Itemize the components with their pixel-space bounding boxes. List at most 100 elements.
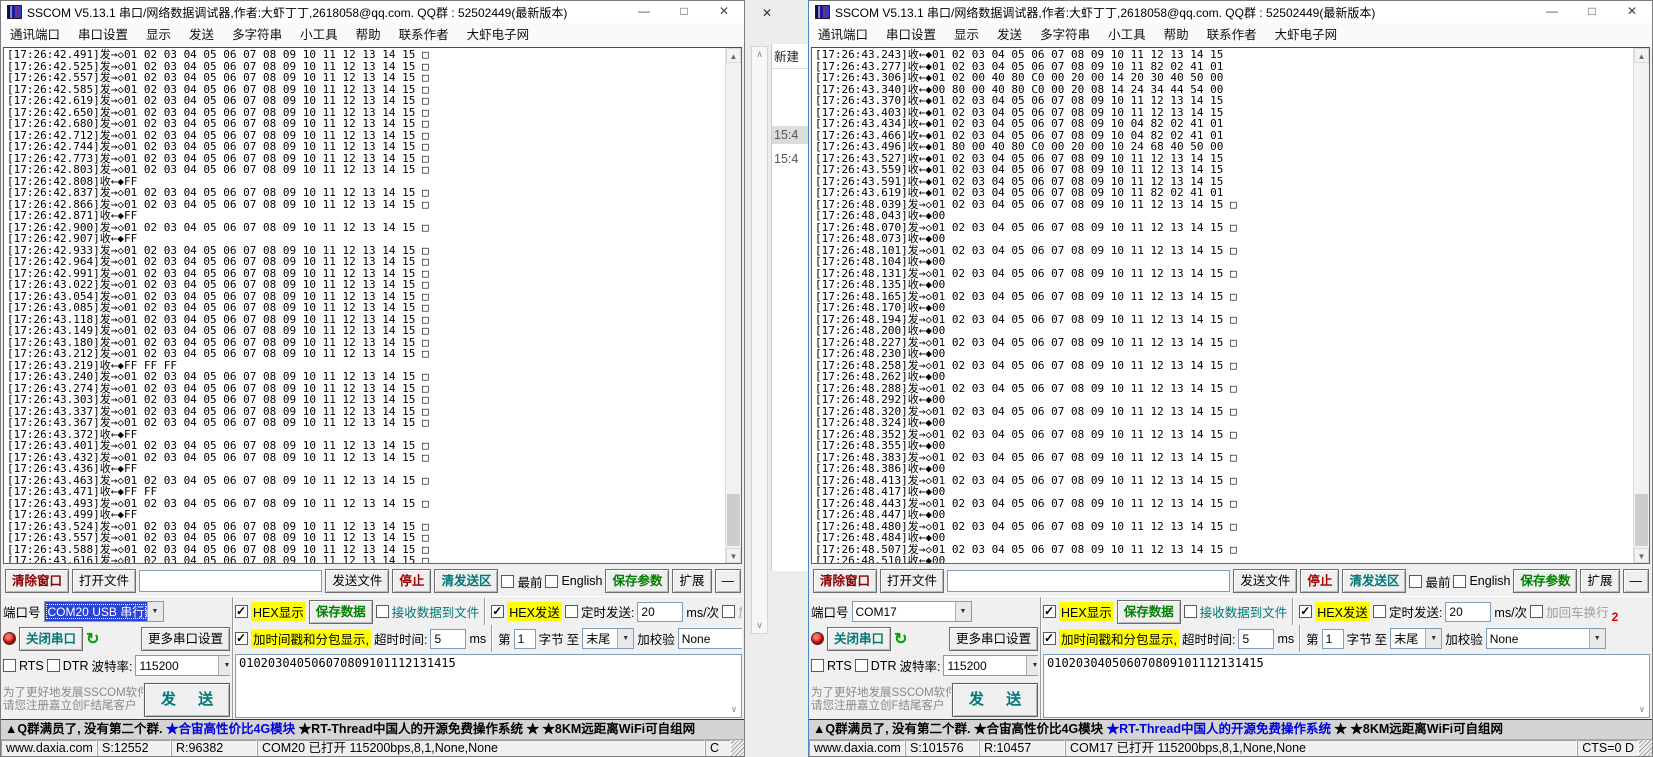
stop-button[interactable]: 停止: [392, 569, 431, 593]
list-item[interactable]: 15:4: [772, 126, 808, 144]
menu-item[interactable]: 显示: [137, 24, 180, 46]
log-area[interactable]: [17:26:43.243]收←◆01 02 03 04 05 06 07 08…: [811, 47, 1650, 564]
rts-checkbox[interactable]: [3, 659, 16, 672]
send-scroll-down-icon[interactable]: ∨: [1635, 705, 1649, 717]
save-params-button[interactable]: 保存参数: [605, 569, 669, 593]
refresh-ports-icon[interactable]: ↻: [894, 629, 907, 649]
extend-button[interactable]: 扩展: [1580, 569, 1619, 593]
baud-select[interactable]: 115200 ▼: [135, 655, 230, 676]
menu-item[interactable]: 显示: [945, 24, 988, 46]
ad-marquee[interactable]: ▲Q群满员了, 没有第二个群. ★合宙高性价比4G模块 ★RT-Thread中国…: [1, 719, 744, 740]
dropdown-arrow-icon[interactable]: ▼: [1026, 656, 1038, 675]
background-scrollbar[interactable]: ∧ ∨: [751, 46, 768, 634]
timeout-input[interactable]: [1238, 629, 1274, 649]
menu-item[interactable]: 发送: [180, 24, 223, 46]
timeout-input[interactable]: [430, 629, 466, 649]
dtr-checkbox[interactable]: [47, 659, 60, 672]
clear-send-area-button[interactable]: 清发送区: [434, 569, 498, 593]
scroll-down-icon[interactable]: ∨: [752, 620, 767, 631]
new-tab-label[interactable]: 新建: [772, 44, 808, 69]
open-file-button[interactable]: 打开文件: [880, 569, 944, 593]
log-scrollbar[interactable]: ▲ ▼: [725, 48, 741, 563]
clear-window-button[interactable]: 清除窗口: [5, 569, 69, 593]
to-select[interactable]: 末尾 ▼: [582, 628, 634, 649]
ad-link[interactable]: ★合宙高性价比4G模块: [166, 722, 295, 736]
titlebar[interactable]: SSCOM V5.13.1 串口/网络数据调试器,作者:大虾丁丁,2618058…: [1, 1, 744, 23]
stop-button[interactable]: 停止: [1300, 569, 1339, 593]
menu-item[interactable]: 通讯端口: [809, 24, 877, 46]
send-file-button[interactable]: 发送文件: [325, 569, 389, 593]
menu-item[interactable]: 大虾电子网: [1266, 24, 1347, 46]
timed-send-interval-input[interactable]: [1445, 602, 1491, 622]
close-port-button[interactable]: 关闭串口: [827, 627, 891, 651]
titlebar[interactable]: SSCOM V5.13.1 串口/网络数据调试器,作者:大虾丁丁,2618058…: [809, 1, 1652, 23]
topmost-checkbox[interactable]: [1409, 575, 1422, 588]
maximize-icon[interactable]: □: [664, 1, 704, 23]
checksum-select[interactable]: None ▼: [1486, 628, 1606, 649]
send-button[interactable]: 发 送: [144, 683, 230, 717]
close-icon[interactable]: ✕: [704, 1, 744, 23]
resize-grip[interactable]: [1639, 740, 1652, 757]
send-button[interactable]: 发 送: [952, 683, 1038, 717]
ad-link[interactable]: ★RT-Thread中国人的开源免费操作系统: [1107, 722, 1331, 736]
dropdown-arrow-icon[interactable]: ▼: [218, 656, 230, 675]
ad-text[interactable]: ★ ★8KM远距离WiFi可自组网: [1331, 722, 1503, 736]
english-checkbox[interactable]: [1453, 575, 1466, 588]
open-file-button[interactable]: 打开文件: [72, 569, 136, 593]
nth-byte-input[interactable]: [514, 629, 536, 649]
close-port-button[interactable]: 关闭串口: [19, 627, 83, 651]
ad-marquee[interactable]: ▲Q群满员了, 没有第二个群. ★合宙高性价比4G模块 ★RT-Thread中国…: [809, 719, 1652, 740]
minimize-icon[interactable]: —: [624, 1, 664, 23]
scroll-thumb[interactable]: [727, 494, 740, 546]
english-checkbox[interactable]: [545, 575, 558, 588]
menu-item[interactable]: 串口设置: [877, 24, 945, 46]
add-crlf-checkbox[interactable]: [722, 605, 735, 618]
scroll-up-icon[interactable]: ▲: [726, 48, 741, 63]
file-path-input[interactable]: [947, 570, 1230, 592]
port-select[interactable]: COM17 ▼: [852, 601, 972, 622]
menu-item[interactable]: 串口设置: [69, 24, 137, 46]
refresh-ports-icon[interactable]: ↻: [86, 629, 99, 649]
menu-item[interactable]: 小工具: [291, 24, 347, 46]
menu-item[interactable]: 小工具: [1099, 24, 1155, 46]
checksum-select[interactable]: None ▼: [678, 628, 742, 649]
menu-item[interactable]: 多字符串: [223, 24, 291, 46]
log-scrollbar[interactable]: ▲ ▼: [1633, 48, 1649, 563]
dtr-checkbox[interactable]: [855, 659, 868, 672]
ad-text[interactable]: ★RT-Thread中国人的开源免费操作系统 ★ ★8KM远距离WiFi可自组网: [295, 722, 695, 736]
collapse-button[interactable]: —: [715, 569, 742, 593]
save-data-button[interactable]: 保存数据: [1117, 600, 1181, 624]
timestamp-split-checkbox[interactable]: [1043, 632, 1056, 645]
dropdown-arrow-icon[interactable]: ▼: [1425, 629, 1441, 648]
more-port-settings-button[interactable]: 更多串口设置: [949, 627, 1038, 651]
hex-send-checkbox[interactable]: [491, 605, 504, 618]
hex-display-checkbox[interactable]: [1043, 605, 1056, 618]
menu-item[interactable]: 发送: [988, 24, 1031, 46]
send-scroll-down-icon[interactable]: ∨: [727, 705, 741, 717]
background-close-icon[interactable]: ✕: [755, 4, 779, 22]
ad-text[interactable]: ▲Q群满员了, 没有第二个群.: [5, 722, 166, 736]
topmost-checkbox[interactable]: [501, 575, 514, 588]
timed-send-checkbox[interactable]: [1373, 605, 1386, 618]
menu-item[interactable]: 帮助: [1155, 24, 1198, 46]
more-port-settings-button[interactable]: 更多串口设置: [141, 627, 230, 651]
timed-send-checkbox[interactable]: [565, 605, 578, 618]
rts-checkbox[interactable]: [811, 659, 824, 672]
to-select[interactable]: 末尾 ▼: [1390, 628, 1442, 649]
nth-byte-input[interactable]: [1322, 629, 1344, 649]
dropdown-arrow-icon[interactable]: ▼: [955, 602, 971, 621]
add-crlf-checkbox[interactable]: [1530, 605, 1543, 618]
clear-window-button[interactable]: 清除窗口: [813, 569, 877, 593]
dropdown-arrow-icon[interactable]: ▼: [1589, 629, 1605, 648]
scroll-thumb[interactable]: [1635, 494, 1648, 546]
save-data-button[interactable]: 保存数据: [309, 600, 373, 624]
recv-to-file-checkbox[interactable]: [1184, 605, 1197, 618]
maximize-icon[interactable]: □: [1572, 1, 1612, 23]
scroll-down-icon[interactable]: ▼: [726, 548, 741, 563]
scroll-up-icon[interactable]: ▲: [1634, 48, 1649, 63]
extend-button[interactable]: 扩展: [672, 569, 711, 593]
minimize-icon[interactable]: —: [1532, 1, 1572, 23]
save-params-button[interactable]: 保存参数: [1513, 569, 1577, 593]
menu-item[interactable]: 帮助: [347, 24, 390, 46]
clear-send-area-button[interactable]: 清发送区: [1342, 569, 1406, 593]
